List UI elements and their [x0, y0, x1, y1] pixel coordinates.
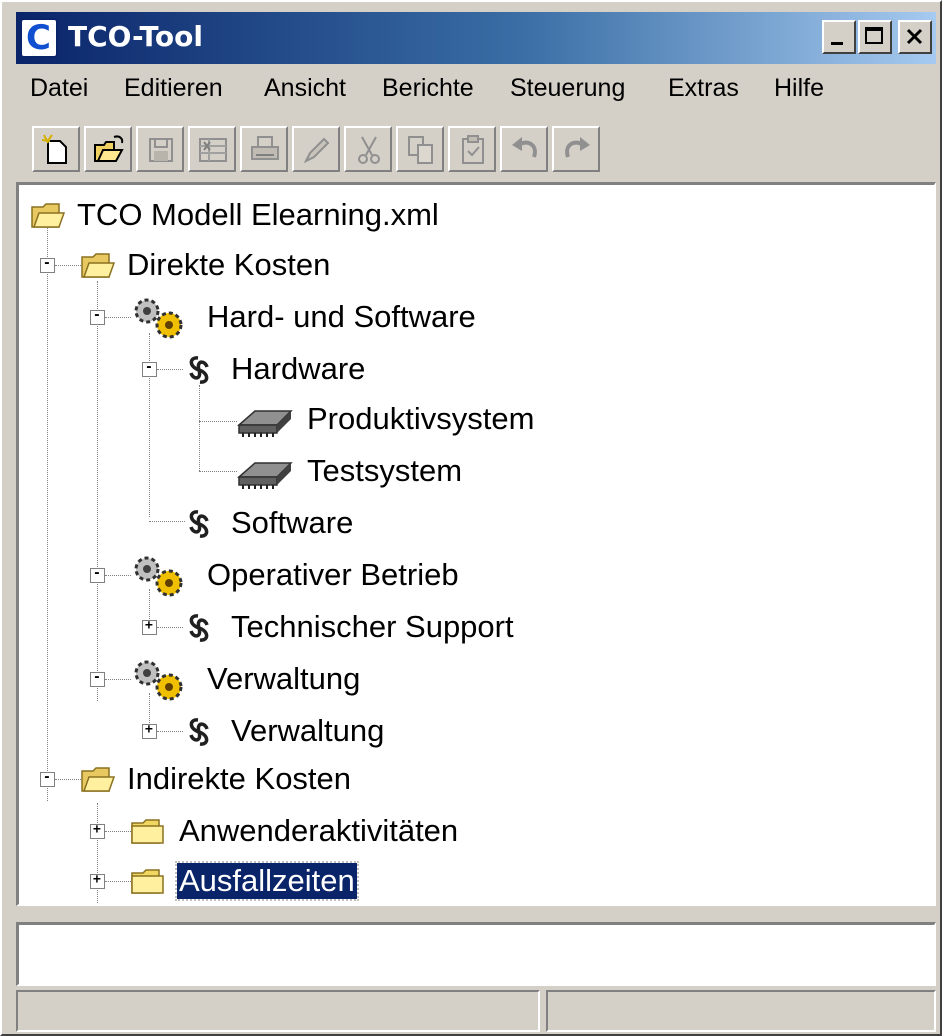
minimize-button[interactable]	[822, 20, 856, 54]
open-folder-icon	[81, 253, 115, 278]
tree-connector	[199, 471, 237, 472]
close-button[interactable]	[898, 20, 932, 54]
memory-chip-icon	[237, 462, 293, 489]
tree-connector	[157, 731, 183, 732]
tree-connector	[55, 265, 81, 266]
memory-chip-icon	[237, 410, 293, 437]
app-icon: C	[20, 18, 58, 58]
activity-swirl-icon	[189, 614, 209, 642]
tree-connector	[157, 369, 183, 370]
status-pane-left	[16, 990, 540, 1032]
edit-icon	[303, 137, 330, 164]
print-button[interactable]	[240, 126, 288, 172]
window-title: TCO-Tool	[68, 20, 203, 53]
print-icon	[251, 136, 279, 160]
menu-datei[interactable]: Datei	[30, 74, 88, 103]
tree-connector	[199, 385, 200, 471]
open-icon	[94, 135, 124, 162]
splitter[interactable]	[16, 908, 936, 920]
collapse-toggle[interactable]: -	[142, 360, 157, 377]
open-button[interactable]	[84, 126, 132, 172]
menu-ansicht[interactable]: Ansicht	[264, 74, 346, 103]
tree-connector	[157, 627, 183, 628]
tree-connector	[105, 317, 131, 318]
status-bar	[16, 990, 936, 1034]
folder-icon	[131, 819, 164, 844]
new-icon	[41, 134, 67, 164]
status-pane-right	[546, 990, 936, 1032]
tree-connector	[149, 521, 185, 522]
undo-icon	[512, 137, 537, 158]
menu-editieren[interactable]: Editieren	[124, 74, 223, 103]
menu-extras[interactable]: Extras	[668, 74, 739, 103]
excel-export-icon	[199, 138, 227, 162]
open-folder-icon	[81, 767, 115, 792]
copy-icon	[408, 136, 433, 164]
redo-button[interactable]	[552, 126, 600, 172]
tree-connector	[105, 831, 131, 832]
gears-icon	[134, 660, 183, 701]
paste-icon	[462, 135, 484, 164]
menu-hilfe[interactable]: Hilfe	[774, 74, 824, 103]
tree-connector	[97, 803, 98, 904]
details-panel[interactable]	[16, 922, 936, 986]
close-icon	[906, 28, 923, 45]
expand-toggle[interactable]: +	[142, 722, 157, 739]
tree-connector	[97, 281, 98, 701]
cut-icon	[358, 136, 380, 164]
gears-icon	[134, 556, 183, 597]
copy-button[interactable]	[396, 126, 444, 172]
cost-tree-view[interactable]: TCO Modell Elearning.xml - Direkte Koste…	[16, 182, 936, 906]
maximize-button[interactable]	[858, 20, 892, 54]
new-button[interactable]	[32, 126, 80, 172]
expand-toggle[interactable]: +	[90, 822, 105, 839]
minimize-icon	[831, 42, 843, 45]
menu-steuerung[interactable]: Steuerung	[510, 74, 625, 103]
redo-icon	[565, 137, 590, 158]
menu-berichte[interactable]: Berichte	[382, 74, 474, 103]
save-button[interactable]	[136, 126, 184, 172]
tree-connector	[199, 421, 237, 422]
tree-connector	[47, 225, 48, 801]
edit-button[interactable]	[292, 126, 340, 172]
undo-button[interactable]	[500, 126, 548, 172]
cut-button[interactable]	[344, 126, 392, 172]
expand-toggle[interactable]: +	[142, 618, 157, 635]
gears-icon	[134, 298, 183, 339]
activity-swirl-icon	[189, 510, 209, 538]
expand-toggle[interactable]: +	[90, 872, 105, 889]
tree-connector	[105, 881, 131, 882]
menu-bar: Datei Editieren Ansicht Berichte Steueru…	[16, 64, 936, 116]
tree-connector	[105, 575, 131, 576]
folder-icon	[131, 869, 164, 894]
toolbar	[22, 124, 682, 176]
title-bar[interactable]: C TCO-Tool	[16, 12, 936, 64]
collapse-toggle[interactable]: -	[40, 770, 55, 787]
save-icon	[149, 138, 173, 162]
main-window: C TCO-Tool Datei Editieren Ansicht Beric…	[0, 0, 942, 1036]
activity-swirl-icon	[189, 356, 209, 384]
paste-button[interactable]	[448, 126, 496, 172]
collapse-toggle[interactable]: -	[90, 308, 105, 325]
tree-connector	[55, 779, 81, 780]
maximize-icon	[865, 27, 883, 44]
excel-export-button[interactable]	[188, 126, 236, 172]
collapse-toggle[interactable]: -	[90, 670, 105, 687]
activity-swirl-icon	[189, 718, 209, 746]
tree-connector	[105, 679, 131, 680]
collapse-toggle[interactable]: -	[90, 566, 105, 583]
collapse-toggle[interactable]: -	[40, 256, 55, 273]
open-folder-icon	[31, 203, 65, 228]
